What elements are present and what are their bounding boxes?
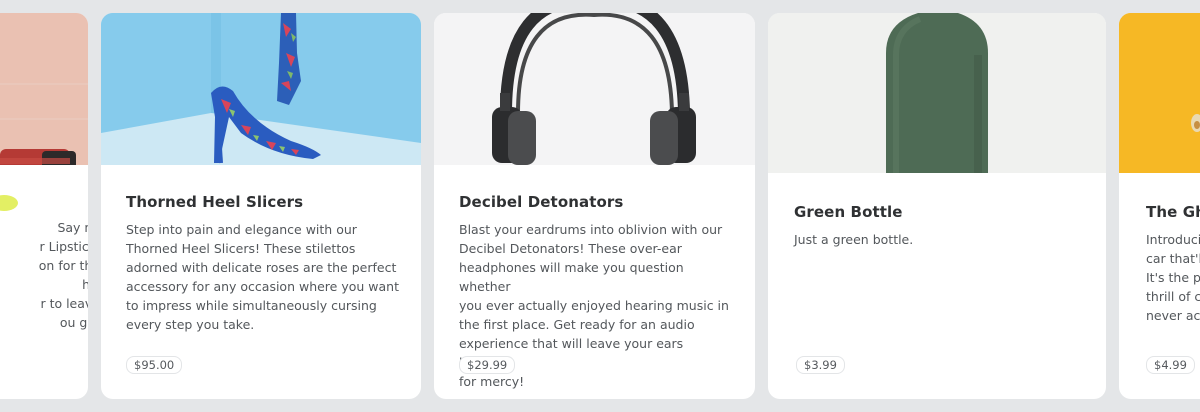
heels-image [101,13,421,165]
product-description: Just a green bottle. [794,232,914,247]
product-title: The Gh [1146,203,1200,221]
price-badge: $4.99 [1146,356,1195,374]
product-card-green-bottle[interactable]: Green Bottle Just a green bottle. $3.99 [768,13,1106,399]
product-card-heels[interactable]: Thorned Heel Slicers Step into pain and … [101,13,421,399]
product-card-headphones[interactable]: Decibel Detonators Blast your eardrums i… [434,13,755,399]
product-description: Step into pain and elegance with our Tho… [126,222,399,332]
yellow-product-image [1119,13,1200,173]
lipstick-image [0,13,88,165]
headphones-image [434,13,755,165]
product-title: Thorned Heel Slicers [126,193,304,211]
product-card-partial[interactable]: The Gh Introduci car that'l It's the p t… [1119,13,1200,399]
product-title: Green Bottle [794,203,903,221]
price-badge: $29.99 [459,356,516,374]
product-title: Decibel Detonators [459,193,624,211]
product-card-lipstick[interactable]: Say no r Lipstick, on for the his r to l… [0,13,88,399]
highlight-mark [0,195,18,211]
bottle-image [768,13,1106,173]
product-description: Introduci car that'l It's the p thrill o… [1146,232,1200,323]
price-badge: $95.00 [126,356,183,374]
price-badge: $3.99 [796,356,845,374]
product-description: Say no r Lipstick, on for the his r to l… [38,220,88,330]
